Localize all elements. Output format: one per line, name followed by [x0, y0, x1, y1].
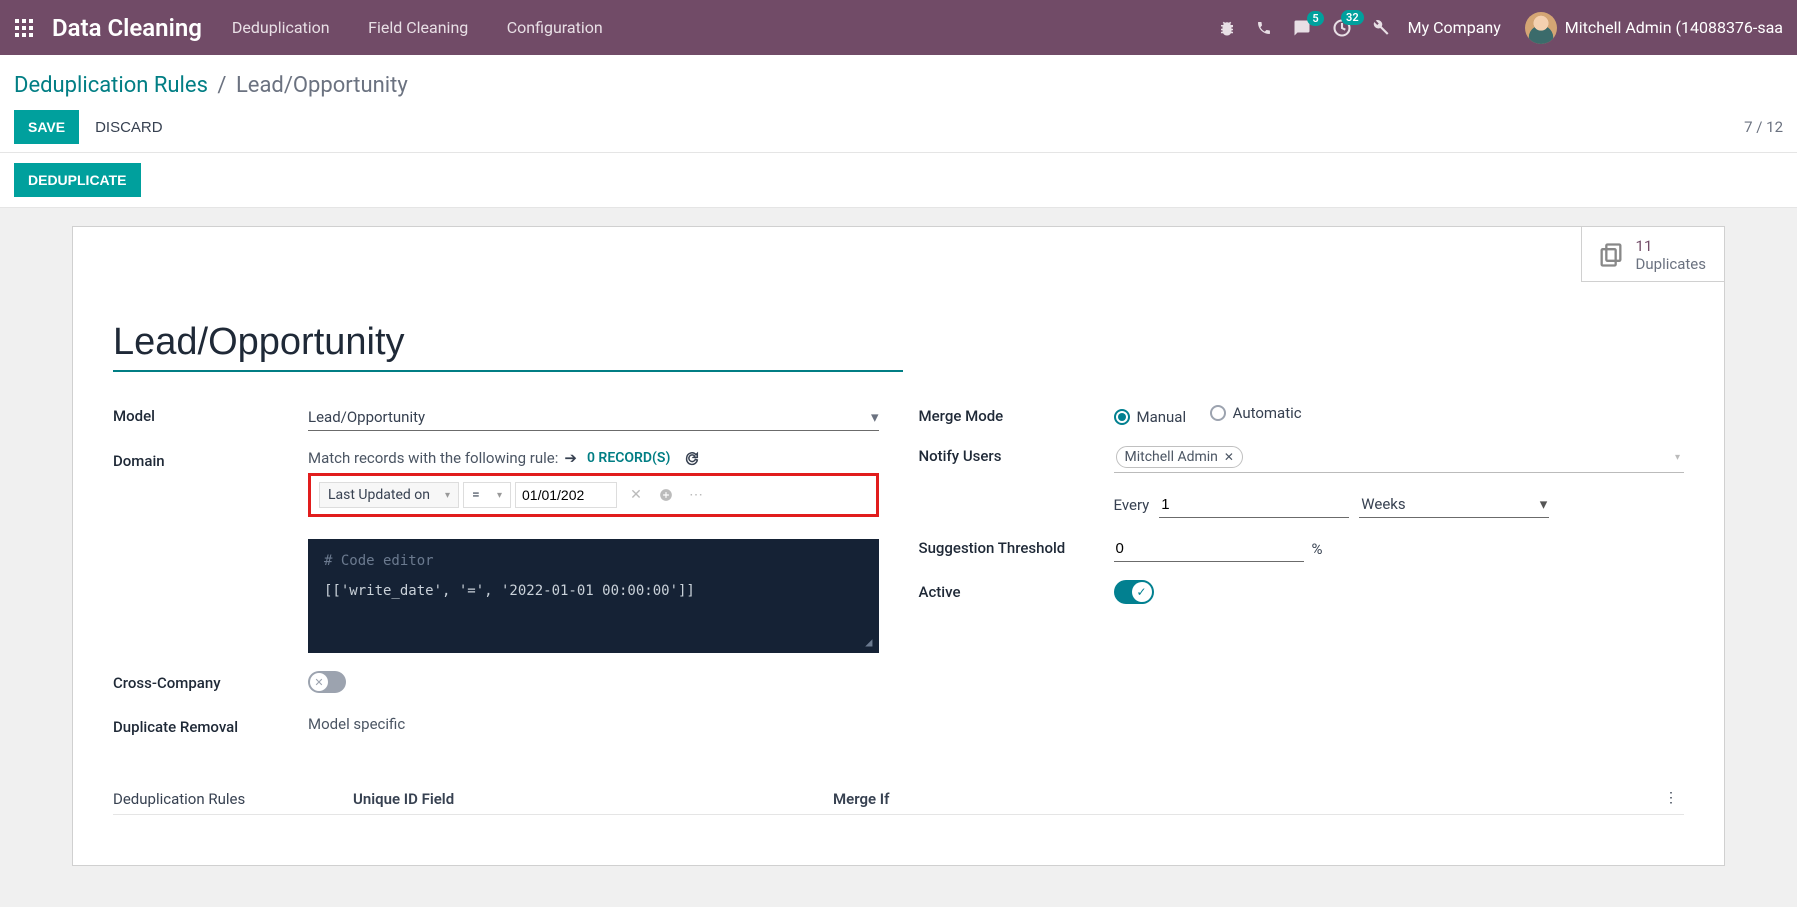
status-bar: DEDUPLICATE [0, 153, 1797, 208]
user-tag[interactable]: Mitchell Admin ✕ [1116, 446, 1243, 468]
caret-down-icon: ▾ [1675, 452, 1680, 463]
user-menu[interactable]: Mitchell Admin (14088376-saa [1525, 12, 1783, 44]
duplicates-stat-button[interactable]: 11 Duplicates [1581, 227, 1724, 282]
label-suggestion-threshold: Suggestion Threshold [919, 536, 1114, 562]
messages-badge: 5 [1307, 11, 1323, 26]
records-count-link[interactable]: 0 RECORD(S) [587, 450, 670, 466]
label-model: Model [113, 404, 308, 431]
activities-badge: 32 [1341, 10, 1364, 25]
domain-rule: Last Updated on ▾ = ▾ ✕ [308, 473, 879, 517]
table-options-icon[interactable]: ⋮ [1658, 790, 1684, 808]
nav-configuration[interactable]: Configuration [507, 18, 603, 37]
bug-icon[interactable] [1218, 19, 1236, 37]
merge-mode-automatic[interactable]: Automatic [1210, 404, 1302, 422]
column-unique-id: Unique ID Field [353, 790, 833, 808]
domain-value-input[interactable] [515, 482, 617, 508]
activities-icon[interactable]: 32 [1332, 18, 1352, 38]
active-toggle[interactable]: ✓ [1114, 580, 1154, 604]
company-selector[interactable]: My Company [1408, 18, 1501, 37]
messages-icon[interactable]: 5 [1292, 19, 1312, 37]
discard-button[interactable]: DISCARD [95, 119, 163, 136]
nav-menu: Deduplication Field Cleaning Configurati… [232, 18, 638, 37]
duplicates-icon [1596, 241, 1626, 269]
rules-section-label: Deduplication Rules [113, 790, 353, 808]
notify-users-field[interactable]: Mitchell Admin ✕ ▾ [1114, 444, 1685, 473]
check-icon: ✓ [1132, 582, 1152, 602]
domain-operator-select[interactable]: = ▾ [463, 482, 511, 508]
topbar-icons: 5 32 [1218, 18, 1390, 38]
topbar: Data Cleaning Deduplication Field Cleani… [0, 0, 1797, 55]
nav-deduplication[interactable]: Deduplication [232, 18, 330, 37]
label-domain: Domain [113, 449, 308, 653]
merge-mode-manual[interactable]: Manual [1114, 408, 1187, 426]
cross-company-toggle[interactable]: ✕ [308, 671, 346, 693]
save-button[interactable]: SAVE [14, 110, 79, 144]
user-name: Mitchell Admin (14088376-saa [1565, 18, 1783, 37]
add-rule-icon[interactable] [655, 484, 677, 506]
remove-tag-icon[interactable]: ✕ [1224, 450, 1234, 464]
breadcrumb-current: Lead/Opportunity [236, 73, 408, 98]
label-merge-mode: Merge Mode [919, 404, 1114, 426]
label-active: Active [919, 580, 1114, 608]
rules-table-header: Deduplication Rules Unique ID Field Merg… [113, 790, 1684, 815]
threshold-input[interactable] [1114, 536, 1304, 562]
resize-handle-icon[interactable]: ◢ [865, 635, 872, 649]
label-cross-company: Cross-Company [113, 671, 308, 697]
caret-down-icon: ▾ [445, 490, 450, 501]
model-select[interactable]: Lead/Opportunity ▾ [308, 404, 879, 431]
refresh-icon[interactable] [684, 450, 700, 466]
label-duplicate-removal: Duplicate Removal [113, 715, 308, 736]
deduplicate-button[interactable]: DEDUPLICATE [14, 163, 141, 197]
close-icon: ✕ [310, 673, 328, 691]
phone-icon[interactable] [1256, 20, 1272, 36]
arrow-right-icon[interactable]: ➔ [564, 449, 577, 467]
remove-rule-icon[interactable]: ✕ [625, 484, 647, 506]
code-editor[interactable]: # Code editor [['write_date', '=', '2022… [308, 539, 879, 653]
every-value-input[interactable] [1159, 492, 1349, 518]
pager[interactable]: 7 / 12 [1744, 118, 1783, 136]
more-rule-icon[interactable]: ⋯ [685, 484, 707, 506]
tools-icon[interactable] [1372, 19, 1390, 37]
caret-down-icon: ▾ [1540, 495, 1548, 513]
nav-field-cleaning[interactable]: Field Cleaning [368, 18, 468, 37]
duplicates-count: 11 [1636, 237, 1706, 255]
domain-field-select[interactable]: Last Updated on ▾ [319, 482, 459, 508]
caret-down-icon: ▾ [497, 490, 502, 501]
every-unit-select[interactable]: Weeks ▾ [1359, 491, 1549, 518]
record-title[interactable] [113, 319, 903, 372]
column-merge-if: Merge If [833, 790, 1658, 808]
duplicates-label: Duplicates [1636, 255, 1706, 273]
control-panel: Deduplication Rules / Lead/Opportunity S… [0, 55, 1797, 153]
breadcrumb-link[interactable]: Deduplication Rules [14, 73, 208, 98]
avatar [1525, 12, 1557, 44]
breadcrumb: Deduplication Rules / Lead/Opportunity [14, 73, 1783, 98]
brand[interactable]: Data Cleaning [52, 14, 202, 42]
duplicate-removal-value: Model specific [308, 715, 879, 736]
label-notify-users: Notify Users [919, 444, 1114, 473]
caret-down-icon: ▾ [871, 408, 879, 426]
apps-icon[interactable] [14, 18, 34, 38]
form-sheet: 11 Duplicates Model Lead/Opportunity ▾ [72, 226, 1725, 866]
